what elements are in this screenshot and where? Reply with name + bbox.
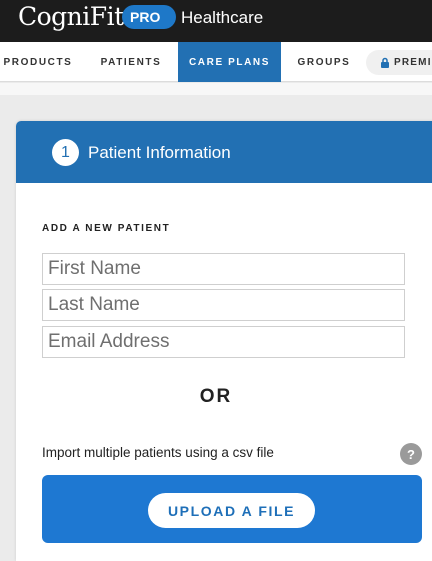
last-name-field[interactable] xyxy=(42,289,405,321)
nav-products[interactable]: PRODUCTS xyxy=(0,42,76,82)
nav-groups[interactable]: GROUPS xyxy=(288,42,360,82)
section-label: ADD A NEW PATIENT xyxy=(42,223,171,234)
nav-premium[interactable]: PREMIU xyxy=(366,50,432,75)
card-header: 1 Patient Information xyxy=(16,121,432,183)
pro-badge: PRO xyxy=(122,5,176,29)
nav-shadow-strip xyxy=(0,83,432,95)
lock-icon xyxy=(381,57,389,68)
step-number: 1 xyxy=(52,139,79,166)
patient-info-card: 1 Patient Information ADD A NEW PATIENT … xyxy=(16,121,432,561)
logo[interactable]: CogniFit xyxy=(18,2,124,31)
import-instructions: Import multiple patients using a csv fil… xyxy=(42,445,274,460)
card-title: Patient Information xyxy=(88,143,231,162)
nav-patients[interactable]: PATIENTS xyxy=(90,42,172,82)
nav-premium-label: PREMIU xyxy=(394,57,432,68)
brand-subtitle: Healthcare xyxy=(181,8,264,27)
main-nav: PRODUCTS PATIENTS CARE PLANS GROUPS PREM… xyxy=(0,42,432,82)
pro-badge-label: PRO xyxy=(130,9,161,25)
upload-panel: UPLOAD A FILE xyxy=(42,475,422,543)
logo-text: CogniFit xyxy=(18,2,124,31)
or-divider-label: OR xyxy=(199,386,233,407)
first-name-field[interactable] xyxy=(42,253,405,285)
email-field[interactable] xyxy=(42,326,405,358)
nav-care-plans[interactable]: CARE PLANS xyxy=(178,42,281,82)
upload-file-button[interactable]: UPLOAD A FILE xyxy=(148,493,315,528)
help-icon[interactable]: ? xyxy=(400,443,422,465)
brand-bar: CogniFit PRO Healthcare xyxy=(0,0,432,42)
